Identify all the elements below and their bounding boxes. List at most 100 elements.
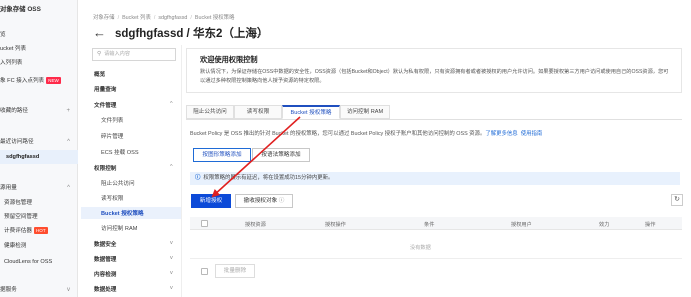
nav-data-service[interactable]: 据服务 v <box>0 284 78 296</box>
col-condition: 条件 <box>424 222 435 228</box>
nav-bucket-list[interactable]: ucket 列表 <box>0 43 78 55</box>
tab-block-public-access[interactable]: 阻止公共访问 <box>186 105 234 119</box>
search-icon: ⚲ <box>97 51 102 57</box>
nav-label: 入列列表 <box>0 60 23 66</box>
col-operation: 操作 <box>645 222 656 228</box>
nav-resource-usage[interactable]: 源用量 ^ <box>0 182 78 194</box>
global-sidebar: 对象存储 OSS 览 ucket 列表 入列列表 象 FC 接入点列表 NEW 收… <box>0 0 78 297</box>
nav-resource-package[interactable]: 资源包管理 <box>0 197 78 209</box>
subnav-block-public-access[interactable]: 阻止公共访问 <box>101 179 135 189</box>
tab-bucket-policy[interactable]: Bucket 授权策略 <box>282 105 340 119</box>
guide-link[interactable]: 使用指南 <box>521 131 543 137</box>
policy-description-text: Bucket Policy 是 OSS 推出的针对 Bucket 的授权策略，您… <box>190 131 486 137</box>
subnav-ram[interactable]: 访问控制 RAM <box>101 224 137 234</box>
revoke-auth-button[interactable]: 撤收授权对象 ⓘ <box>235 194 293 208</box>
new-badge: NEW <box>46 77 61 85</box>
hot-badge: HOT <box>33 227 48 235</box>
batch-delete-button[interactable]: 批量删除 <box>215 264 255 278</box>
breadcrumb-item[interactable]: 对象存储 <box>93 15 115 21</box>
nav-label: sdgfhgfassd <box>6 154 40 160</box>
chevron-up-icon: ^ <box>67 139 70 145</box>
col-resource: 授权资源 <box>245 222 266 228</box>
learn-more-link[interactable]: 了解更多信息 <box>485 131 517 137</box>
info-title: 欢迎使用权限控制 <box>200 55 258 64</box>
chevron-up-icon: ^ <box>67 185 70 191</box>
chevron-up-icon: + <box>66 108 70 114</box>
nav-label: 预留空间管理 <box>4 214 38 220</box>
tab-ram[interactable]: 访问控制 RAM <box>340 105 390 119</box>
info-icon: ⓘ <box>195 175 201 181</box>
nav-recent-bucket[interactable]: sdgfhgfassd <box>0 150 78 164</box>
new-auth-button[interactable]: 新增授权 <box>191 194 231 208</box>
help-icon: ⓘ <box>278 198 285 204</box>
chevron-down-icon: v <box>67 287 70 293</box>
tab-rw-permission[interactable]: 读写权限 <box>234 105 282 119</box>
subnav-ecs-mount[interactable]: ECS 挂载 OSS <box>101 148 139 158</box>
product-title: 对象存储 OSS <box>0 6 41 13</box>
chevron-down-icon: v <box>170 255 173 261</box>
breadcrumb-item[interactable]: Bucket 列表 <box>122 15 151 21</box>
nav-label: 收藏的路径 <box>0 108 28 114</box>
col-action: 授权操作 <box>325 222 346 228</box>
back-arrow-icon[interactable]: ← <box>93 26 106 40</box>
select-all-checkbox[interactable] <box>201 220 208 227</box>
col-principal: 授权用户 <box>511 222 532 228</box>
subnav-access-control[interactable]: 权限控制 <box>94 164 116 174</box>
notice-bar: ⓘ 权限策略的展示有延迟，将在设置成功15分钟内更新。 <box>190 172 680 185</box>
chevron-down-icon: v <box>170 240 173 246</box>
chevron-down-icon: v <box>170 285 173 291</box>
breadcrumb-item[interactable]: sdgfhgfassd <box>158 15 187 21</box>
breadcrumb: 对象存储 / Bucket 列表 / sdgfhgfassd / Bucket 授权策略 <box>93 13 234 21</box>
nav-health-check[interactable]: 健康检测 <box>0 240 78 252</box>
breadcrumb-separator: / <box>190 15 192 21</box>
nav-label: 资源包管理 <box>4 200 32 206</box>
nav-label: 健康检测 <box>4 243 27 249</box>
col-effect: 效力 <box>599 222 610 228</box>
nav-overview[interactable]: 览 <box>0 29 78 41</box>
subnav-overview[interactable]: 概览 <box>94 70 105 80</box>
subnav-file-list[interactable]: 文件列表 <box>101 116 123 126</box>
subnav-data-management[interactable]: 数据管理 <box>94 255 116 265</box>
empty-state: 没有数据 <box>410 245 431 251</box>
subnav-usage[interactable]: 用量查询 <box>94 85 116 95</box>
subnav-rw-permission[interactable]: 读写权限 <box>101 194 123 204</box>
nav-recent-paths[interactable]: 最近访问路径 ^ <box>0 136 78 148</box>
chevron-down-icon[interactable]: ⌄ <box>256 29 263 38</box>
nav-label: 象 FC 接入点列表 <box>0 78 45 84</box>
subnav-data-processing[interactable]: 数据处理 <box>94 285 116 295</box>
table-divider <box>190 258 682 259</box>
nav-label: CloudLens for OSS <box>4 259 53 265</box>
breadcrumb-separator: / <box>153 15 156 21</box>
add-by-gui-button[interactable]: 按图形策略添加 <box>193 148 251 162</box>
nav-label: 览 <box>0 32 6 38</box>
subnav-bucket-policy[interactable]: Bucket 授权策略 <box>101 209 144 219</box>
nav-access-point-list[interactable]: 入列列表 <box>0 57 78 69</box>
nav-cost-estimator[interactable]: 计费评估器 HOT <box>0 225 78 237</box>
tab-underline <box>186 119 682 120</box>
nav-favorite-paths[interactable]: 收藏的路径 + <box>0 105 78 117</box>
chevron-up-icon: ^ <box>170 164 173 170</box>
subnav-file-management[interactable]: 文件管理 <box>94 101 116 111</box>
search-placeholder: 请输入内容 <box>104 51 131 57</box>
chevron-down-icon: v <box>170 270 173 276</box>
nav-label: ucket 列表 <box>0 46 27 52</box>
nav-label: 据服务 <box>0 287 17 293</box>
nav-label: 计费评估器 <box>4 228 32 234</box>
search-input[interactable]: ⚲ 请输入内容 <box>92 48 176 61</box>
add-by-syntax-button[interactable]: 按语法策略添加 <box>252 148 310 162</box>
chevron-up-icon: ^ <box>170 101 173 107</box>
nav-label: 最近访问路径 <box>0 139 34 145</box>
nav-fc-access-point[interactable]: 象 FC 接入点列表 NEW <box>0 75 78 87</box>
subnav-data-security[interactable]: 数据安全 <box>94 240 116 250</box>
policy-description: Bucket Policy 是 OSS 推出的针对 Bucket 的授权策略，您… <box>190 129 542 137</box>
info-text: 默认情况下，为保证存储在OSS中数据的安全性，OSS资源（包括Bucket和Ob… <box>200 69 669 84</box>
breadcrumb-separator: / <box>117 15 120 21</box>
revoke-label: 撤收授权对象 <box>243 198 278 204</box>
subnav-content-detection[interactable]: 内容检测 <box>94 270 116 280</box>
refresh-icon[interactable]: ↻ <box>671 194 683 206</box>
subnav-fragments[interactable]: 碎片管理 <box>101 132 123 142</box>
nav-cloudlens[interactable]: CloudLens for OSS <box>0 256 78 268</box>
batch-select-checkbox[interactable] <box>201 268 208 275</box>
breadcrumb-item: Bucket 授权策略 <box>194 15 235 21</box>
nav-reserved-space[interactable]: 预留空间管理 <box>0 211 78 223</box>
